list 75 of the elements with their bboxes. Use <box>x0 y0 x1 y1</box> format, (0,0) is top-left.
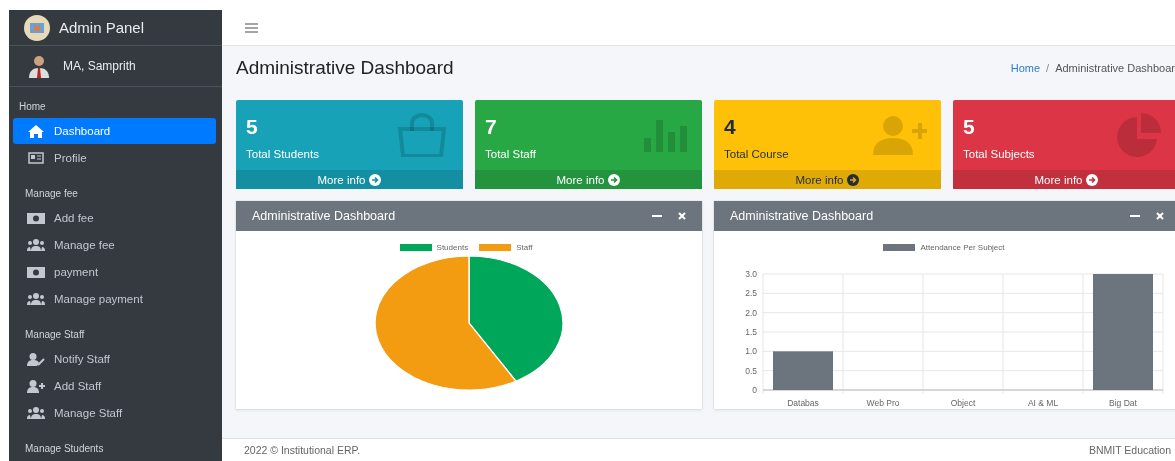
stat-value: 5 <box>963 114 976 139</box>
panel-title: Administrative Dashboard <box>252 209 396 223</box>
bar-chart-icon <box>644 118 688 152</box>
home-icon <box>27 124 45 138</box>
y-tick-label: 1.0 <box>745 346 757 357</box>
users-icon <box>27 407 45 419</box>
money-icon <box>27 212 45 224</box>
x-tick-label: Big Dat <box>1109 398 1137 408</box>
stat-label: Total Subjects <box>963 147 1035 160</box>
stat-value: 4 <box>724 114 737 139</box>
id-card-icon <box>27 152 45 164</box>
sidebar-item[interactable]: Profile <box>13 145 216 171</box>
legend-label: Attendance Per Subject <box>920 243 1005 252</box>
arrow-circle-icon <box>1086 173 1099 186</box>
footer-brand: BNMIT Education <box>1088 444 1171 456</box>
sidebar-item[interactable]: Manage fee <box>13 232 216 258</box>
stat-label: Total Staff <box>485 147 536 160</box>
footer-copyright: 2022 © Institutional ERP. <box>244 444 361 456</box>
sidebar-item[interactable]: Add Staff <box>13 373 216 399</box>
menu-icon[interactable] <box>245 22 258 33</box>
close-icon[interactable] <box>678 212 686 220</box>
arrow-circle-icon <box>847 173 860 186</box>
y-tick-label: 0.5 <box>745 365 757 376</box>
sidebar-item[interactable]: Dashboard <box>13 118 216 144</box>
sidebar-item[interactable]: payment <box>13 259 216 285</box>
stat-label: Total Students <box>246 147 319 160</box>
shopping-bag-icon <box>395 113 449 157</box>
legend-swatch <box>883 244 916 251</box>
stat-value: 7 <box>485 114 498 139</box>
users-icon <box>27 239 45 251</box>
y-tick-label: 2.5 <box>745 288 757 299</box>
breadcrumb-current: Administrative Dashboar <box>1055 62 1175 74</box>
legend-swatch <box>479 244 512 251</box>
arrow-circle-icon <box>369 173 382 186</box>
more-info-link[interactable]: More info <box>475 170 702 189</box>
stat-label: Total Course <box>724 147 789 160</box>
money-icon <box>27 266 45 278</box>
panel-title: Administrative Dashboard <box>730 209 874 223</box>
page-title: Administrative Dashboard <box>236 57 454 79</box>
y-tick-label: 1.5 <box>745 327 757 337</box>
legend-label: Students <box>436 243 469 252</box>
sidebar-item[interactable]: Add fee <box>13 205 216 231</box>
y-tick-label: 3.0 <box>745 269 757 279</box>
stat-value: 5 <box>246 114 259 139</box>
sidebar-section-label: Manage fee <box>24 187 79 201</box>
breadcrumb-link[interactable]: Home <box>1010 62 1041 74</box>
sidebar-section-label: Manage Students <box>24 442 105 456</box>
sidebar-section-label: Home <box>18 100 47 114</box>
more-info-link[interactable]: More info <box>953 170 1175 189</box>
close-icon[interactable] <box>1156 212 1164 220</box>
legend-label: Staff <box>516 243 533 252</box>
users-icon <box>27 293 45 305</box>
more-info-link[interactable]: More info <box>236 170 463 189</box>
user-name[interactable]: MA, Samprith <box>63 59 136 73</box>
legend-swatch <box>399 244 432 251</box>
x-tick-label: AI & ML <box>1027 398 1059 408</box>
breadcrumb-separator: / <box>1046 62 1050 74</box>
user-plus-icon <box>873 115 927 155</box>
user-pen-icon <box>27 352 45 366</box>
x-tick-label: Databas <box>787 398 819 408</box>
y-tick-label: 0 <box>752 385 757 395</box>
chart-bar <box>773 351 833 390</box>
more-info-link[interactable]: More info <box>714 170 941 189</box>
sidebar-item[interactable]: Manage payment <box>13 286 216 312</box>
arrow-circle-icon <box>608 173 621 186</box>
logo-icon <box>23 13 51 42</box>
sidebar-item[interactable]: Notify Staff <box>13 346 216 372</box>
sidebar-section-label: Manage Staff <box>24 328 86 342</box>
y-tick-label: 2.0 <box>745 307 757 318</box>
brand-title[interactable]: Admin Panel <box>59 19 145 36</box>
user-avatar-icon <box>27 54 51 78</box>
x-tick-label: Web Pro <box>866 398 900 408</box>
x-tick-label: Object <box>950 398 976 408</box>
user-plus-icon <box>27 379 45 393</box>
sidebar-item[interactable]: Manage Staff <box>13 400 216 426</box>
